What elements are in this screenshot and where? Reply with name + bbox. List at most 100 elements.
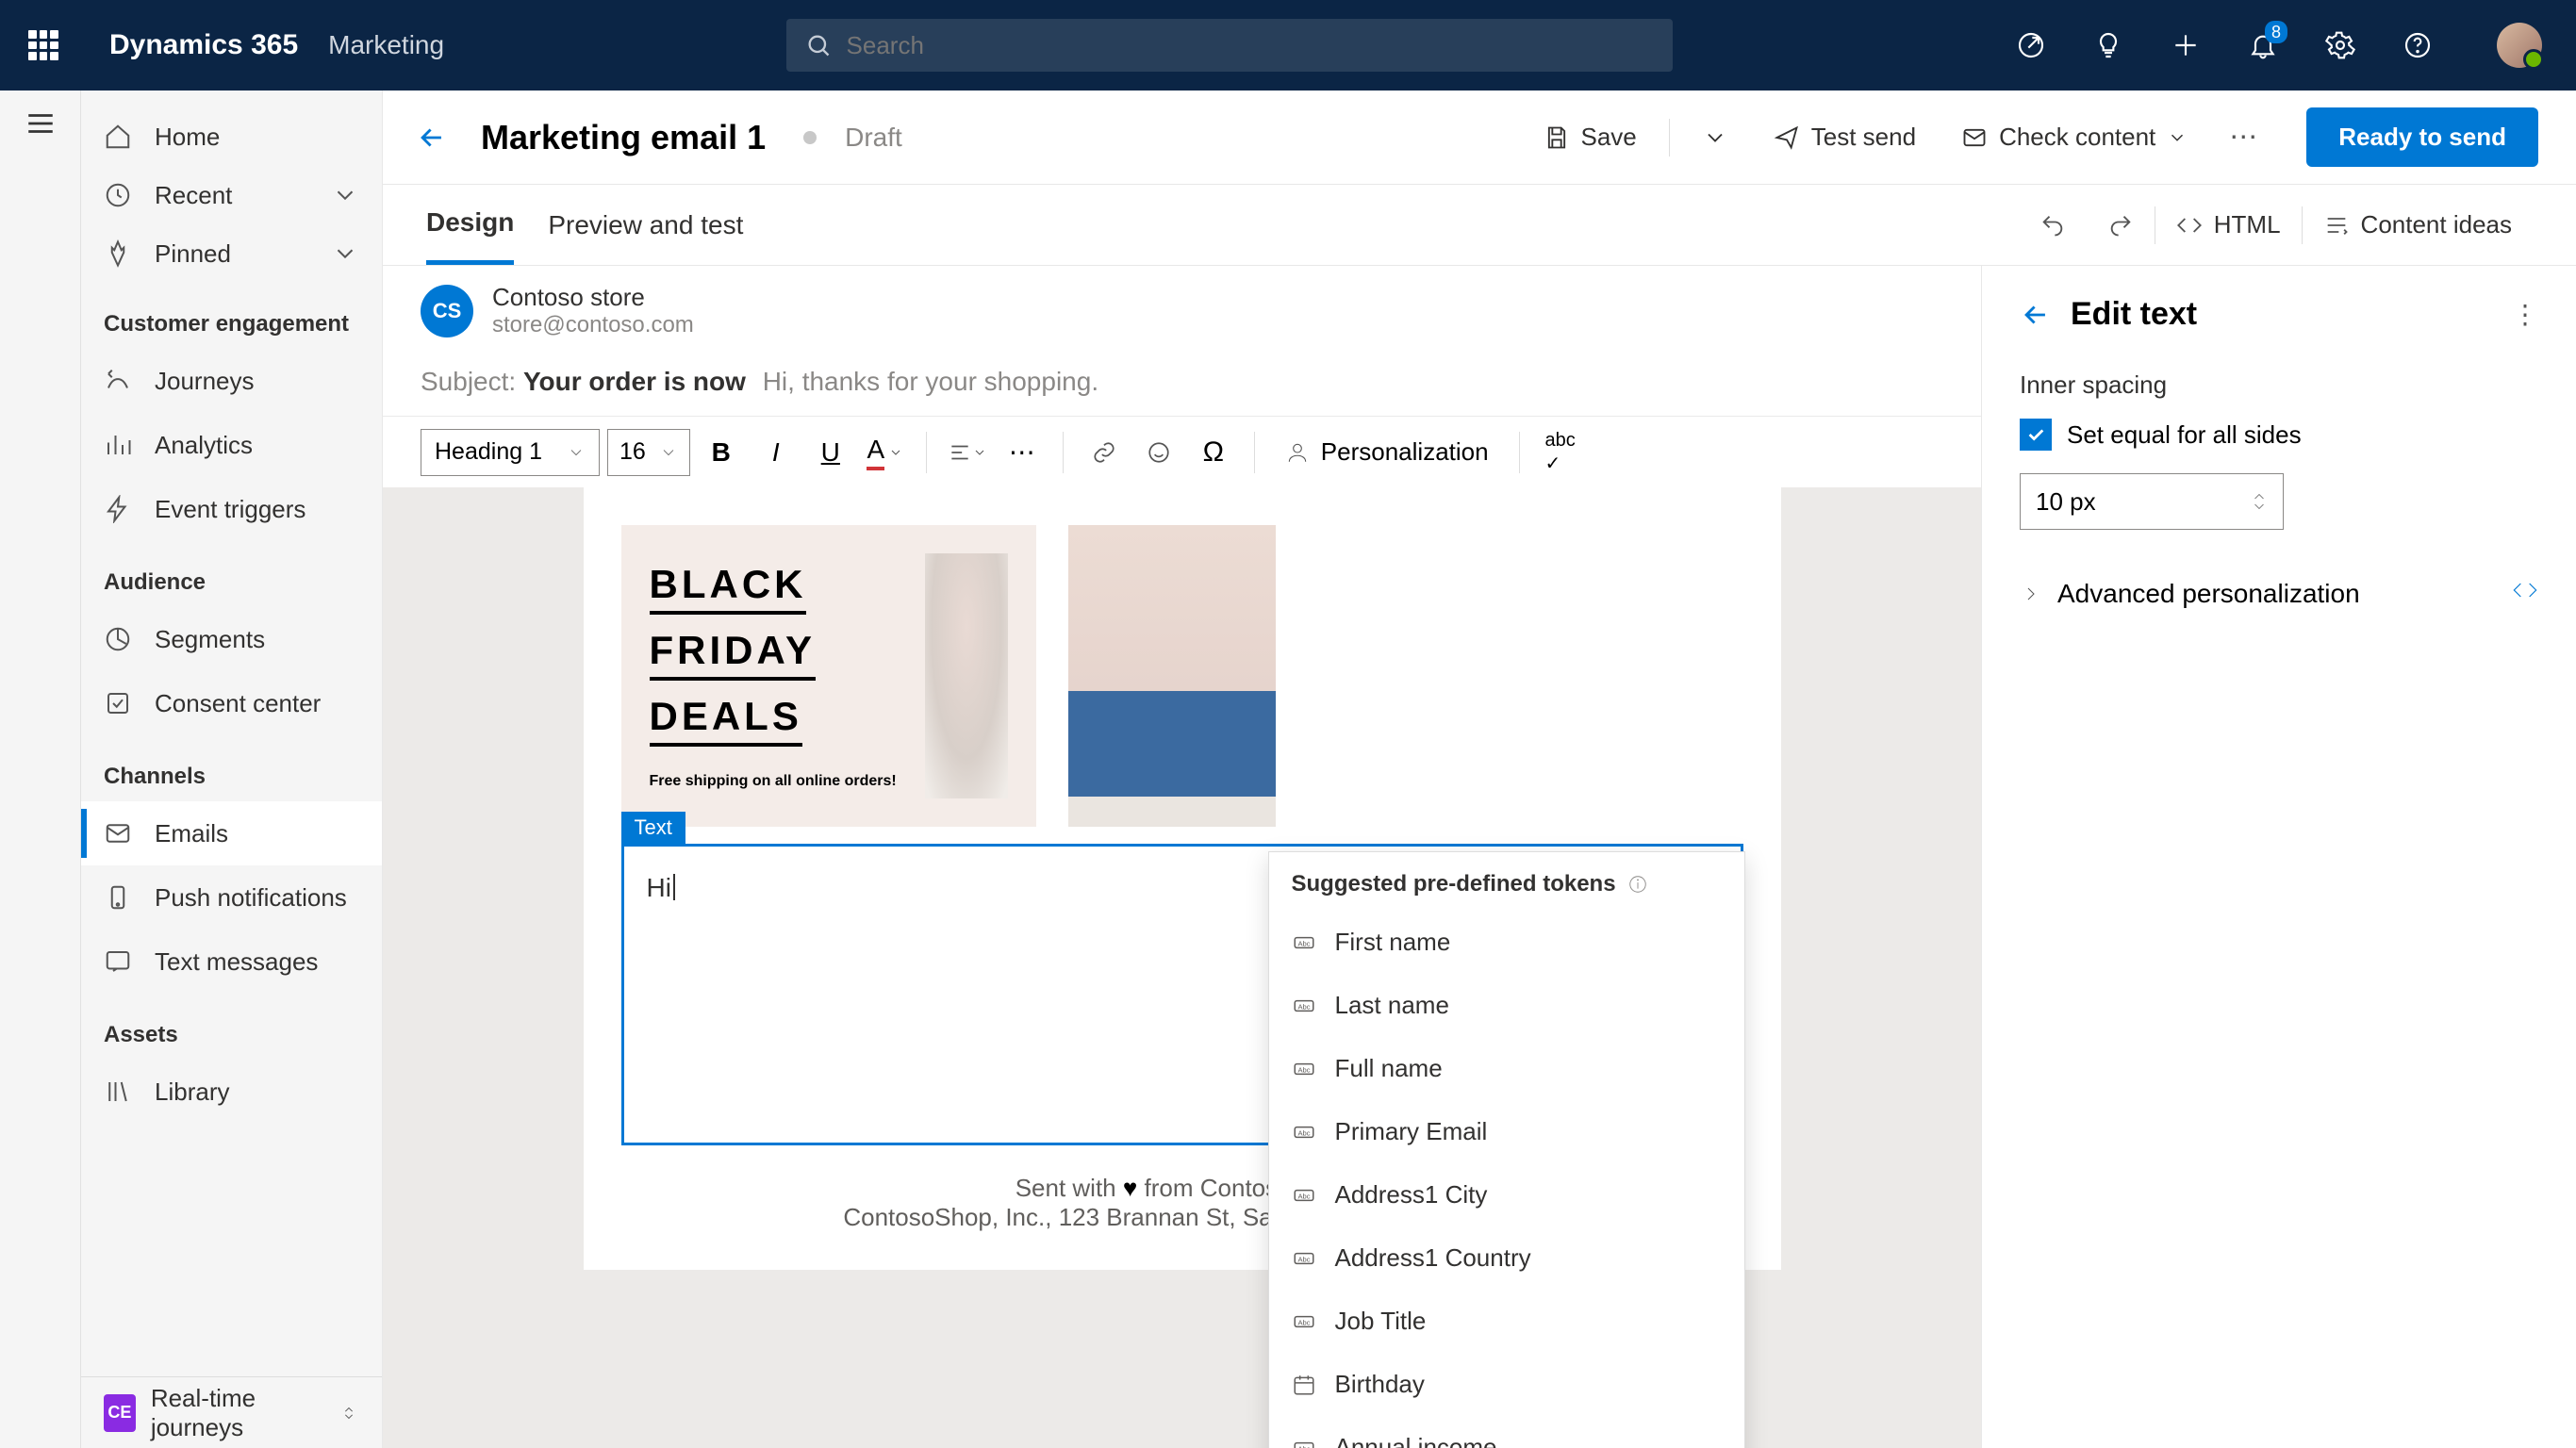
chevron-updown-icon [339, 1401, 359, 1425]
app-launcher[interactable] [15, 30, 72, 60]
token-item[interactable]: AbcJob Title [1269, 1290, 1744, 1353]
panel-back-icon[interactable] [2020, 299, 2052, 331]
topbar: Dynamics 365 Marketing 8 [0, 0, 2576, 90]
chevron-down-icon[interactable] [2251, 502, 2268, 512]
status-text: Draft [845, 123, 902, 153]
page-title: Marketing email 1 [481, 118, 766, 157]
spacing-input[interactable]: 10 px [2020, 473, 2284, 530]
hero-section[interactable]: BLACK FRIDAY DEALS Free shipping on all … [621, 487, 1743, 827]
bold-button[interactable]: B [698, 429, 745, 476]
token-item[interactable]: AbcAddress1 Country [1269, 1226, 1744, 1290]
equal-sides-checkbox[interactable]: Set equal for all sides [2020, 419, 2538, 451]
settings-icon[interactable] [2323, 28, 2357, 62]
check-content-button[interactable]: Check content [1948, 115, 2201, 159]
more-commands[interactable]: ⋯ [2220, 121, 2269, 154]
user-avatar[interactable] [2497, 23, 2542, 68]
info-icon[interactable] [1627, 874, 1648, 895]
nav-text[interactable]: Text messages [81, 930, 382, 994]
spellcheck-button[interactable]: abc✓ [1537, 429, 1584, 476]
nav-section-assets: Assets [81, 994, 382, 1060]
command-bar: Marketing email 1 Draft Save Test send C… [383, 90, 2576, 185]
left-nav: Home Recent Pinned Customer engagement J… [81, 90, 383, 1448]
notification-badge: 8 [2265, 21, 2287, 43]
inner-spacing-label: Inner spacing [2020, 370, 2538, 400]
code-icon[interactable] [2512, 577, 2538, 610]
nav-recent[interactable]: Recent [81, 166, 382, 224]
content-ideas-button[interactable]: Content ideas [2303, 210, 2533, 239]
nav-event-triggers[interactable]: Event triggers [81, 477, 382, 541]
help-icon[interactable] [2401, 28, 2435, 62]
chevron-right-icon [2020, 583, 2042, 605]
hero-image-2 [1068, 525, 1276, 827]
back-button[interactable] [411, 117, 453, 158]
area-badge: CE [104, 1394, 136, 1432]
svg-text:Abc: Abc [1297, 1318, 1310, 1326]
share-icon[interactable] [2014, 28, 2048, 62]
token-item[interactable]: AbcLast name [1269, 974, 1744, 1037]
token-item[interactable]: AbcFull name [1269, 1037, 1744, 1100]
link-button[interactable] [1081, 429, 1128, 476]
email-canvas: BLACK FRIDAY DEALS Free shipping on all … [584, 487, 1781, 1270]
advanced-personalization-toggle[interactable]: Advanced personalization [2020, 577, 2538, 610]
sender-name: Contoso store [492, 283, 694, 312]
app-name[interactable]: Marketing [328, 30, 444, 60]
token-item[interactable]: AbcAddress1 City [1269, 1163, 1744, 1226]
nav-push[interactable]: Push notifications [81, 865, 382, 930]
notifications-icon[interactable]: 8 [2246, 28, 2280, 62]
chevron-up-icon[interactable] [2251, 491, 2268, 501]
area-switcher[interactable]: CE Real-time journeys [81, 1376, 382, 1448]
italic-button[interactable]: I [752, 429, 800, 476]
token-item[interactable]: AbcFirst name [1269, 911, 1744, 974]
nav-section-customer: Customer engagement [81, 283, 382, 349]
global-search[interactable] [786, 19, 1673, 72]
token-item[interactable]: Birthday [1269, 1353, 1744, 1416]
add-icon[interactable] [2169, 28, 2203, 62]
block-tag: Text [621, 812, 685, 844]
emoji-button[interactable] [1135, 429, 1182, 476]
more-formatting[interactable]: ⋯ [999, 429, 1046, 476]
nav-consent-center[interactable]: Consent center [81, 671, 382, 735]
nav-analytics[interactable]: Analytics [81, 413, 382, 477]
lightbulb-icon[interactable] [2091, 28, 2125, 62]
token-item[interactable]: AbcPrimary Email [1269, 1100, 1744, 1163]
fontsize-select[interactable]: 16 [607, 429, 690, 476]
search-icon [805, 32, 832, 58]
test-send-button[interactable]: Test send [1760, 115, 1929, 159]
align-button[interactable] [944, 429, 991, 476]
nav-pinned[interactable]: Pinned [81, 224, 382, 283]
save-button[interactable]: Save [1530, 115, 1650, 159]
sender-avatar: CS [421, 285, 473, 337]
underline-button[interactable]: U [807, 429, 854, 476]
style-select[interactable]: Heading 1 [421, 429, 600, 476]
color-button[interactable]: A [862, 429, 909, 476]
status-dot [803, 131, 817, 144]
nav-library[interactable]: Library [81, 1060, 382, 1124]
panel-title: Edit text [2071, 296, 2197, 333]
nav-journeys[interactable]: Journeys [81, 349, 382, 413]
tab-design[interactable]: Design [426, 185, 514, 265]
sender-row[interactable]: CS Contoso store store@contoso.com [383, 266, 1981, 355]
redo-button[interactable] [2087, 212, 2155, 239]
undo-button[interactable] [2019, 212, 2087, 239]
check-icon [2025, 424, 2046, 445]
ready-to-send-button[interactable]: Ready to send [2306, 107, 2538, 167]
token-popup-header: Suggested pre-defined tokens [1269, 852, 1744, 911]
global-nav-toggle[interactable] [0, 90, 81, 1448]
nav-home[interactable]: Home [81, 107, 382, 166]
svg-text:Abc: Abc [1297, 1002, 1310, 1011]
brand[interactable]: Dynamics 365 [109, 29, 298, 61]
symbol-button[interactable]: Ω [1190, 429, 1237, 476]
token-item[interactable]: AbcAnnual income [1269, 1416, 1744, 1448]
svg-text:Abc: Abc [1297, 1444, 1310, 1448]
save-dropdown[interactable] [1689, 117, 1742, 158]
html-button[interactable]: HTML [2155, 210, 2302, 239]
panel-menu[interactable]: ⋮ [2512, 299, 2538, 330]
personalization-button[interactable]: Personalization [1272, 437, 1502, 467]
text-content: Hi [647, 873, 675, 902]
nav-emails[interactable]: Emails [81, 801, 382, 865]
search-input[interactable] [847, 31, 1654, 60]
tab-preview[interactable]: Preview and test [548, 188, 743, 263]
hero-image-1 [925, 553, 1008, 798]
nav-segments[interactable]: Segments [81, 607, 382, 671]
subject-row[interactable]: Subject: Your order is now Hi, thanks fo… [383, 355, 1981, 416]
